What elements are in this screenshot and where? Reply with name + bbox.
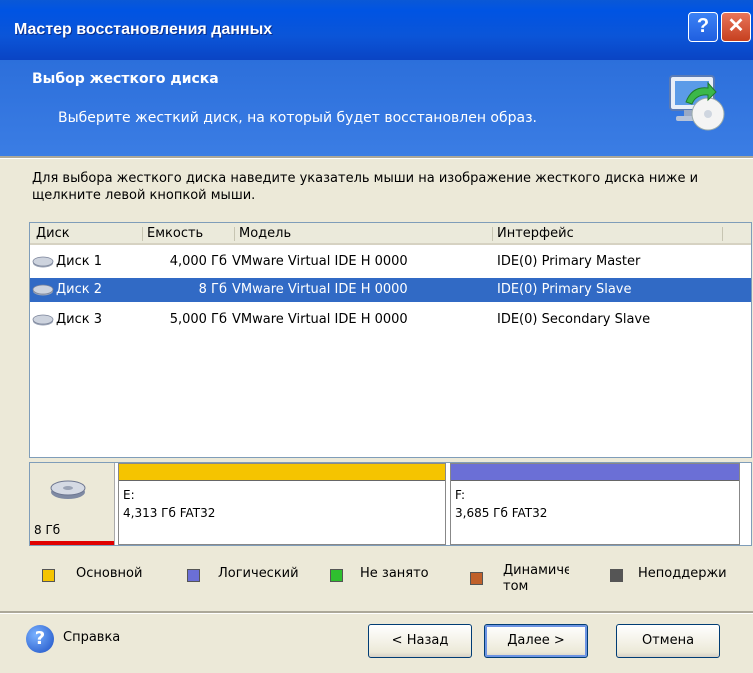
partition-f[interactable]: F: 3,685 Гб FAT32 [450,463,740,545]
disk-tile-indicator [30,541,114,545]
table-row-selected[interactable]: Диск 2 8 Гб VMware Virtual IDE H 0000 ID… [30,278,751,302]
window-titlebar: Мастер восстановления данных ? ✕ [0,0,753,60]
disk-name: Диск 2 [56,282,103,297]
legend-swatch [610,569,623,582]
legend-label: Не занято [360,566,429,581]
partition-letter: E: [123,488,135,502]
legend-label: Основной [76,566,143,581]
disk-interface: IDE(0) Primary Master [497,254,641,269]
column-capacity[interactable]: Емкость [147,226,203,241]
legend-swatch [470,572,483,585]
hard-disk-icon [50,480,86,499]
legend-swatch [187,569,200,582]
footer-separator [0,611,753,614]
disk-name: Диск 3 [56,312,103,327]
partition-e[interactable]: E: 4,313 Гб FAT32 [118,463,446,545]
disk-model: VMware Virtual IDE H 0000 [232,254,408,269]
restore-wizard-icon [669,75,725,131]
hard-disk-icon [32,284,54,296]
instruction-text: Для выбора жесткого диска наведите указа… [32,171,699,203]
legend-label: Логический [218,566,299,581]
disk-capacity: 5,000 Гб [169,312,227,327]
disk-size-label: 8 Гб [34,523,61,537]
disk-name: Диск 1 [56,254,103,269]
legend-label: Динамически [503,563,569,578]
column-divider[interactable] [492,227,493,241]
disk-list[interactable]: Диск Емкость Модель Интерфейс Диск 1 4,0… [29,222,752,458]
disk-model: VMware Virtual IDE H 0000 [232,312,408,327]
help-icon[interactable]: ? [26,625,54,653]
table-row[interactable]: Диск 1 4,000 Гб VMware Virtual IDE H 000… [30,250,751,274]
column-divider[interactable] [722,227,723,241]
partition-info: 3,685 Гб FAT32 [455,506,548,520]
disk-interface: IDE(0) Primary Slave [497,282,632,297]
titlebar-close-button[interactable]: ✕ [721,12,751,42]
legend-label: Неподдержи [638,566,727,581]
legend-label-line2: том [503,579,529,594]
next-button[interactable]: Далее > [484,624,588,658]
column-disk[interactable]: Диск [36,226,70,241]
step-title: Выбор жесткого диска [32,71,219,87]
disk-tile[interactable]: 8 Гб [30,463,115,545]
step-subtitle: Выберите жесткий диск, на который будет … [58,110,537,126]
disk-list-header: Диск Емкость Модель Интерфейс [30,223,751,245]
titlebar-help-button[interactable]: ? [688,12,718,42]
disk-capacity: 4,000 Гб [169,254,227,269]
partition-letter: F: [455,488,466,502]
hard-disk-icon [32,314,54,326]
table-row[interactable]: Диск 3 5,000 Гб VMware Virtual IDE H 000… [30,308,751,332]
disk-partition-map: 8 Гб E: 4,313 Гб FAT32 F: 3,685 Гб FAT32 [29,462,752,546]
disk-capacity: 8 Гб [198,282,227,297]
column-model[interactable]: Модель [239,226,291,241]
legend-swatch [330,569,343,582]
back-button[interactable]: < Назад [368,624,472,658]
column-interface[interactable]: Интерфейс [497,226,574,241]
disk-interface: IDE(0) Secondary Slave [497,312,651,327]
header-separator [0,156,753,159]
cancel-button[interactable]: Отмена [616,624,720,658]
hard-disk-icon [32,256,54,268]
partition-info: 4,313 Гб FAT32 [123,506,216,520]
disk-model: VMware Virtual IDE H 0000 [232,282,408,297]
column-divider[interactable] [234,227,235,241]
window-title: Мастер восстановления данных [14,21,273,38]
help-link[interactable]: Справка [63,630,120,645]
partition-type-bar [451,464,739,481]
partition-type-bar [119,464,445,481]
legend-swatch [42,569,55,582]
wizard-header: Выбор жесткого диска Выберите жесткий ди… [0,60,753,156]
column-divider[interactable] [142,227,143,241]
